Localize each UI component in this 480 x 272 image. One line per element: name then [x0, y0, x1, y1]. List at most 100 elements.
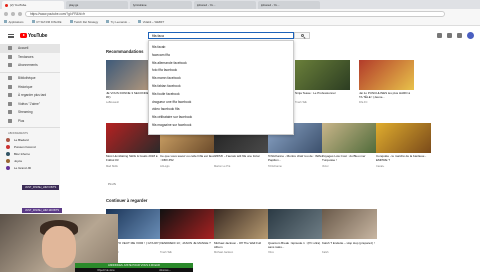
video-channel[interactable]: Canal+ [376, 165, 431, 168]
upload-video-icon[interactable] [437, 33, 442, 38]
video-channel[interactable]: Victor [322, 165, 377, 168]
sidebar-item-history[interactable]: Historique [0, 83, 60, 92]
sidebar-item-liked[interactable]: Vidéos "J'aime" [0, 100, 60, 109]
video-title[interactable]: Most Humiliating Skills & Goals 2018 ● F… [106, 155, 161, 163]
search-suggestion-item[interactable]: video facebook fifa [149, 106, 293, 114]
video-title[interactable]: Kalsh T Endette – Hop Hop (préparez) ! [322, 242, 377, 250]
bookmark-label: CT SIZ RM IOSLIFE [36, 19, 62, 24]
browser-tab[interactable]: ipbored - Yo... [194, 1, 256, 9]
video-channel[interactable]: Marion Le Pré [214, 165, 269, 168]
search-suggestion-item[interactable]: fifa foutle facebook [149, 91, 293, 99]
bookmark-item[interactable]: CT SIZ RM IOSLIFE [31, 19, 62, 24]
account-avatar[interactable] [467, 32, 474, 39]
sidebar-item-more[interactable]: Plus [0, 117, 60, 126]
subscription-item[interactable]: Bloc Inferno [0, 151, 60, 158]
sidebar-item-subscriptions[interactable]: Abonnements [0, 61, 60, 70]
apps-grid-icon[interactable] [447, 33, 452, 38]
bookmark-label: Vidabit ~ WEBFT [142, 19, 165, 24]
video-title[interactable]: Conquête - le marché de la banlieue - EM… [376, 155, 431, 163]
video-channel[interactable]: Fifa FC [359, 101, 414, 104]
search-suggestion-item[interactable]: fifa mamn facebook [149, 75, 293, 83]
search-suggestion-item[interactable]: dragueur une fifa facebook [149, 99, 293, 107]
sidebar-item-label: Vidéos "J'aime" [18, 101, 40, 106]
search-suggestion-item[interactable]: fifa célibataire sur facebook [149, 114, 293, 122]
video-channel[interactable]: Xbox [268, 251, 323, 254]
youtube-logo[interactable]: YouTube [20, 33, 47, 39]
video-thumbnail[interactable] [322, 209, 377, 239]
browser-toolbar: https://www.youtube.com/?gl=FR&hl=fr [0, 9, 480, 18]
playlist-icon [8, 110, 12, 115]
video-channel[interactable]: Trash Talk [160, 251, 215, 254]
channel-avatar [6, 138, 10, 142]
sidebar-item-home[interactable]: Accueil [0, 44, 60, 53]
bits-alert: JUST_FINISH_HIM 100 BITS [22, 208, 63, 213]
video-channel[interactable]: Michael Jackson [214, 251, 269, 254]
video-channel[interactable]: Mad Skills [106, 165, 161, 168]
address-bar[interactable]: https://www.youtube.com/?gl=FR&hl=fr [25, 10, 445, 17]
search-suggestion-item[interactable]: fifa fabian facebook [149, 83, 293, 91]
search-suggestion-item[interactable]: fifa facab [149, 44, 293, 52]
search-suggestion-item[interactable]: fifa allemande facebook [149, 60, 293, 68]
bookmark-item[interactable]: Twitch Rel Strategy [69, 20, 98, 24]
show-more-button[interactable]: PLUS [108, 182, 116, 186]
subscription-item[interactable]: Poisson Fécond [0, 144, 60, 151]
back-icon[interactable] [4, 11, 8, 16]
sidebar-item-label: Abonnements [18, 63, 38, 68]
search-suggestion-item[interactable]: foto fifa facebook [149, 67, 293, 75]
video-title[interactable]: Tchitchanne - Montre chaîr tou de : l'Ef… [268, 155, 323, 163]
bookmark-icon [4, 20, 7, 23]
bookmark-item[interactable]: Try Leonardo ... [106, 20, 130, 24]
video-thumbnail[interactable] [160, 209, 215, 239]
video-title[interactable]: VENDREDI 13 ; JASON JE MANGE ? [160, 242, 215, 250]
video-title[interactable]: Michael Jackson - Off The Wall Full Albu… [214, 242, 269, 250]
forward-icon[interactable] [11, 11, 15, 16]
video-title[interactable]: Ce que vous savez ou celle hifla est fau… [160, 155, 215, 163]
video-channel[interactable]: Tchitchanne [268, 165, 323, 168]
search-suggestion-item[interactable]: fifa magazine sur facebook [149, 122, 293, 130]
logo-text: YouTube [28, 32, 48, 39]
browser-tab-youtube[interactable]: (2) YouTube [2, 1, 64, 9]
subscription-item[interactable]: Le Grand JD [0, 165, 60, 172]
channel-name: Joyca [14, 159, 22, 163]
search-input[interactable]: fifa faca [148, 32, 294, 39]
sidebar-item-trending[interactable]: Tendances [0, 53, 60, 62]
video-channel[interactable]: ArtLogis [160, 165, 215, 168]
bookmark-label: Applications [8, 19, 24, 24]
video-channel[interactable]: Kalsh [322, 251, 377, 254]
browser-tab[interactable]: play.gs [66, 1, 128, 9]
bookmark-label: Try Leonardo ... [110, 19, 131, 24]
tab-label: (2) YouTube [10, 3, 27, 7]
sidebar-divider [0, 127, 60, 128]
sidebar-item-streaming[interactable]: Streaming [0, 108, 60, 117]
browser-tab[interactable]: ipbored - Yo... [258, 1, 320, 9]
subscription-item[interactable]: Le Bledard [0, 137, 60, 144]
reload-icon[interactable] [18, 11, 22, 16]
sidebar-item-library[interactable]: Bibliothèque [0, 74, 60, 83]
video-thumbnail[interactable] [322, 123, 377, 153]
browser-tab[interactable]: lyricstrave [130, 1, 192, 9]
video-title[interactable]: Voyages Low Cost : du Bleu mer Turquoise… [322, 155, 377, 163]
video-thumbnail[interactable] [295, 60, 350, 90]
video-thumbnail[interactable] [376, 123, 431, 153]
video-thumbnail[interactable] [359, 60, 414, 90]
home-icon [8, 46, 12, 51]
video-title[interactable]: Jai 1o PUNCHLINES les plus HARD à TA TÊL… [359, 92, 414, 100]
subscription-item[interactable]: Joyca [0, 158, 60, 165]
video-title[interactable]: Quantum Break : Épisode 1 : (PC ultra) s… [268, 242, 323, 250]
video-title[interactable]: Ninja Tease : Le Professionnel [295, 92, 350, 100]
notifications-bell-icon[interactable] [457, 33, 462, 38]
hamburger-menu-icon[interactable] [8, 33, 14, 38]
video-thumbnail[interactable] [268, 209, 323, 239]
goal-label: Objectif de dons [97, 268, 115, 272]
video-thumbnail[interactable] [214, 209, 269, 239]
channel-name: Le Grand JD [14, 166, 32, 170]
video-channel[interactable]: Trash Talk [295, 101, 350, 104]
channel-avatar [6, 166, 10, 170]
search-suggestion-item[interactable]: facecam fifa [149, 52, 293, 60]
sidebar-item-watch-later[interactable]: À regarder plus tard [0, 91, 60, 100]
video-title[interactable]: IZIPIZI - J'aurais telli fifa une fortar [214, 155, 269, 163]
bookmark-item[interactable]: Vidabit ~ WEBFT [138, 20, 164, 24]
bookmark-item[interactable]: Applications [4, 20, 24, 24]
search-button[interactable] [294, 32, 310, 39]
trending-flame-icon [8, 54, 12, 59]
